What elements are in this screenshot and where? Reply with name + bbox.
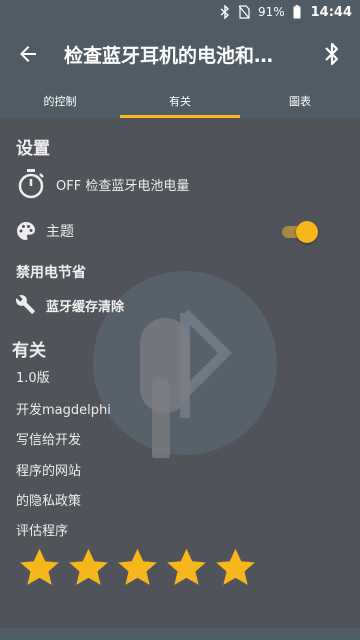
version-item: 1.0版 xyxy=(16,371,50,386)
bt-cache-clear-row[interactable]: 蓝牙缓存清除 xyxy=(16,295,124,315)
disable-power-saving-row[interactable]: 禁用电节省 xyxy=(16,262,86,282)
battery-icon xyxy=(293,5,301,19)
app-bar: 检查蓝牙耳机的电池和… xyxy=(0,24,360,84)
battery-percent: 91% xyxy=(257,5,285,19)
star-icon-3[interactable] xyxy=(116,546,159,589)
star-icon-4[interactable] xyxy=(165,546,208,589)
tab-controls[interactable]: 的控制 xyxy=(0,84,120,118)
check-battery-row[interactable]: OFF 检查蓝牙电池电量 xyxy=(16,168,189,200)
wrench-icon xyxy=(16,295,36,315)
status-bar: 91% 14:44 xyxy=(0,0,360,24)
content-area: 设置 OFF 检查蓝牙电池电量 主题 禁用电节省 蓝牙缓存清除 有关 1.0版 … xyxy=(0,118,360,628)
theme-toggle[interactable] xyxy=(282,221,318,243)
check-battery-label: OFF 检查蓝牙电池电量 xyxy=(56,178,190,194)
back-button[interactable] xyxy=(0,24,56,84)
privacy-policy-item[interactable]: 的隐私政策 xyxy=(16,490,81,509)
toggle-thumb xyxy=(296,221,318,243)
bottom-strip xyxy=(0,628,360,640)
star-icon-2[interactable] xyxy=(67,546,110,589)
tab-about[interactable]: 有关 xyxy=(120,84,240,118)
theme-row[interactable]: 主题 xyxy=(16,221,74,241)
bluetooth-status-icon xyxy=(220,5,230,19)
developer-item[interactable]: 开发magdelphi xyxy=(16,399,111,418)
bluetooth-icon xyxy=(325,42,339,66)
clock: 14:44 xyxy=(310,4,352,20)
settings-section-title: 设置 xyxy=(16,139,50,159)
star-icon-5[interactable] xyxy=(214,546,257,589)
email-developer-item[interactable]: 写信给开发 xyxy=(16,429,81,448)
bt-cache-clear-label: 蓝牙缓存清除 xyxy=(46,299,125,315)
tab-bar: 的控制 有关 圖表 xyxy=(0,84,360,118)
star-icon-1[interactable] xyxy=(18,546,61,589)
page-title: 检查蓝牙耳机的电池和… xyxy=(64,44,274,67)
rate-app-item[interactable]: 评估程序 xyxy=(16,520,68,539)
arrow-back-icon xyxy=(20,46,36,62)
tab-charts[interactable]: 圖表 xyxy=(240,84,360,118)
stopwatch-icon xyxy=(16,168,46,200)
about-section-title: 有关 xyxy=(12,341,46,361)
rating-stars xyxy=(18,546,263,589)
no-sim-icon xyxy=(238,5,250,19)
website-item[interactable]: 程序的网站 xyxy=(16,460,81,479)
theme-label: 主题 xyxy=(46,224,74,240)
bluetooth-button[interactable] xyxy=(304,24,360,84)
palette-icon xyxy=(16,221,36,241)
